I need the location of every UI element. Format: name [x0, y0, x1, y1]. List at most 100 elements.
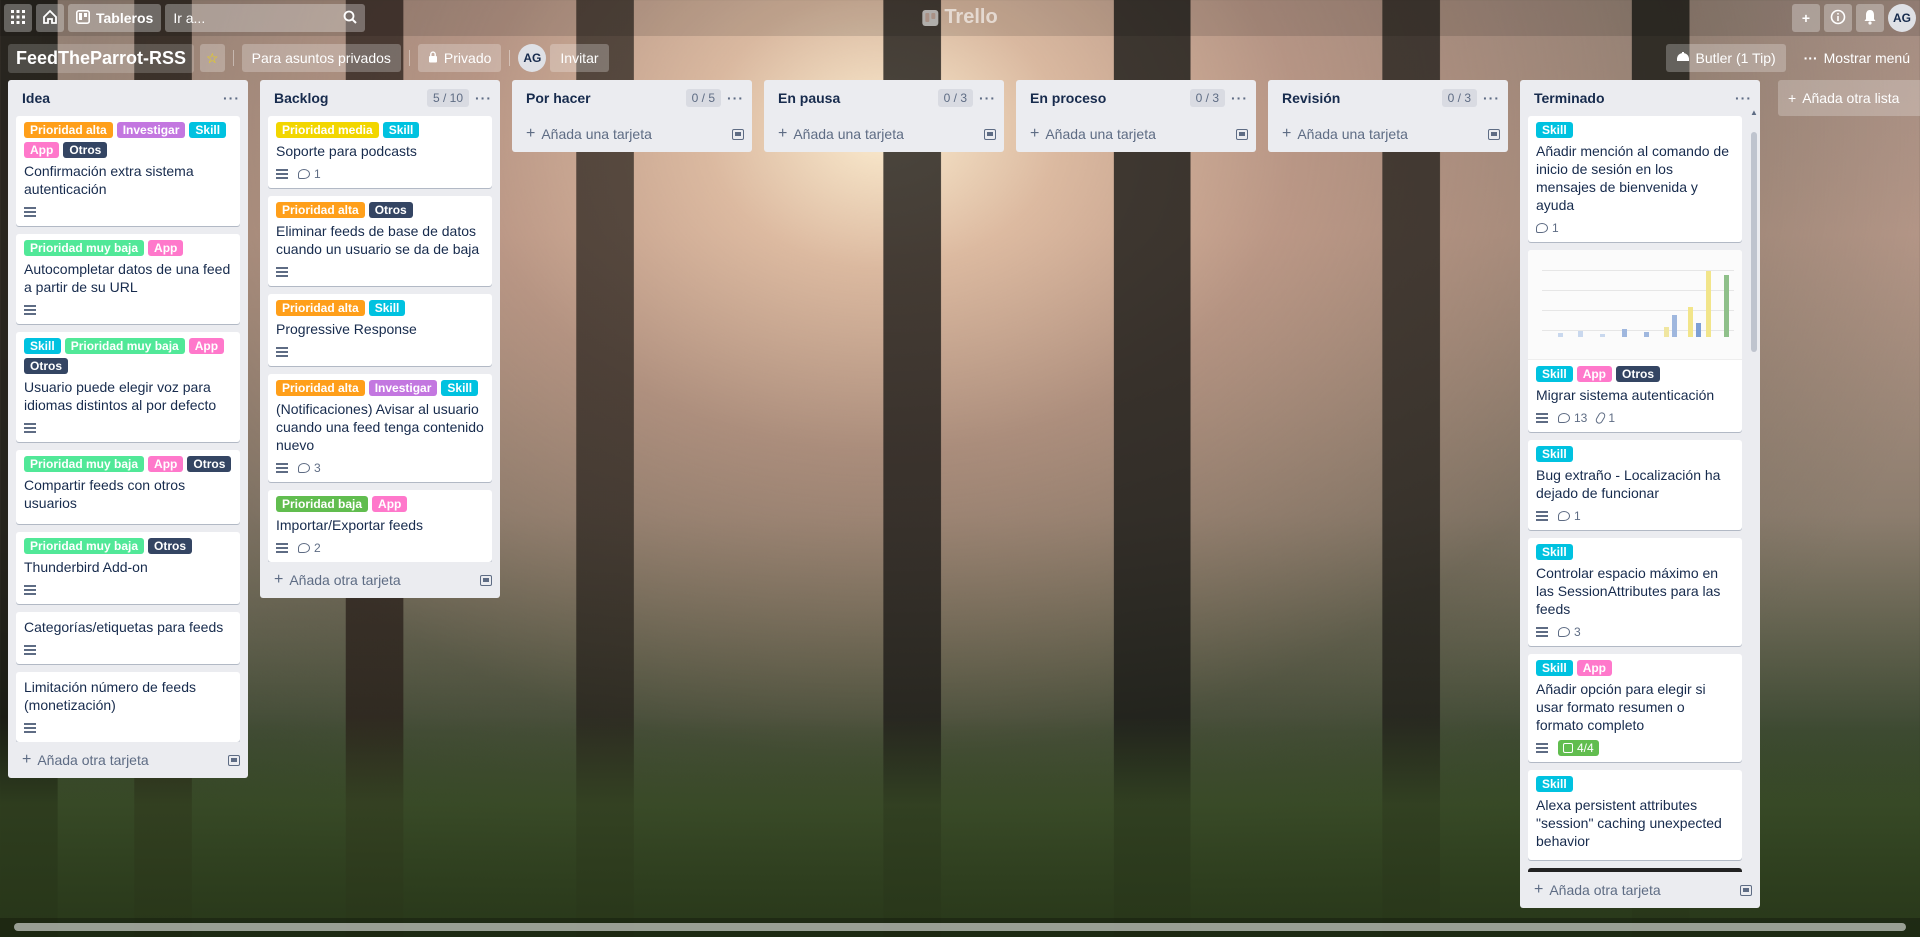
card-template-icon[interactable]	[1740, 884, 1752, 896]
list-header[interactable]: Por hacer 0 / 5 ···	[512, 80, 752, 116]
card-template-icon[interactable]	[1488, 128, 1500, 140]
label-otros: Otros	[368, 202, 413, 218]
search-input[interactable]	[173, 10, 334, 26]
board-name[interactable]: FeedTheParrot-RSS	[8, 43, 195, 73]
list-scrollbar[interactable]: ▲	[1750, 108, 1758, 864]
card[interactable]: Skill App Añadir opción para elegir si u…	[1528, 654, 1742, 762]
visibility-button[interactable]: Privado	[417, 44, 502, 72]
list-header[interactable]: En pausa 0 / 3 ···	[764, 80, 1004, 116]
add-card-button[interactable]: + Añada otra tarjeta	[1520, 872, 1760, 908]
paperclip-icon	[1594, 411, 1607, 425]
comment-icon	[1536, 223, 1548, 233]
card[interactable]: Prioridad muy baja Otros Thunderbird Add…	[16, 532, 240, 604]
description-icon	[1536, 627, 1548, 637]
list-header[interactable]: Idea ···	[8, 80, 248, 116]
board-header: FeedTheParrot-RSS ☆ Para asuntos privado…	[0, 40, 1920, 76]
card[interactable]: Skill Alexa persistent attributes "sessi…	[1528, 770, 1742, 860]
card[interactable]: Prioridad media Skill Soporte para podca…	[268, 116, 492, 188]
card-template-icon[interactable]	[1236, 128, 1248, 140]
list-menu-icon[interactable]: ···	[1231, 90, 1248, 106]
user-avatar[interactable]: AG	[1888, 4, 1916, 32]
card[interactable]: Prioridad baja App Importar/Exportar fee…	[268, 490, 492, 562]
board-horizontal-scrollbar[interactable]	[0, 918, 1920, 937]
create-button[interactable]: +	[1792, 4, 1820, 32]
list-title[interactable]: Idea	[22, 90, 223, 106]
apps-grid-button[interactable]	[4, 4, 32, 32]
add-card-button[interactable]: + Añada una tarjeta	[512, 116, 752, 152]
scroll-up-icon[interactable]: ▲	[1750, 108, 1758, 117]
card[interactable]: Limitación número de feeds (monetización…	[16, 672, 240, 742]
search-box[interactable]	[165, 4, 366, 32]
list-title[interactable]: Terminado	[1534, 90, 1735, 106]
card-title: Limitación número de feeds (monetización…	[24, 679, 196, 713]
description-icon	[1536, 413, 1548, 423]
card[interactable]: Prioridad alta Investigar Skill App Otro…	[16, 116, 240, 226]
add-card-button[interactable]: + Añada una tarjeta	[764, 116, 1004, 152]
add-card-button[interactable]: + Añada una tarjeta	[1016, 116, 1256, 152]
list-menu-icon[interactable]: ···	[1483, 90, 1500, 106]
card-badges: 2	[276, 538, 484, 558]
scrollbar-thumb[interactable]	[1751, 132, 1757, 352]
info-icon	[1830, 9, 1846, 28]
list-limit-badge: 5 / 10	[426, 89, 469, 107]
list-menu-icon[interactable]: ···	[475, 90, 492, 106]
list-menu-icon[interactable]: ···	[1735, 90, 1752, 106]
label-skill: Skill	[24, 338, 61, 354]
card[interactable]: Prioridad alta Skill Progressive Respons…	[268, 294, 492, 366]
card[interactable]: Prioridad alta Investigar Skill (Notific…	[268, 374, 492, 482]
list-title[interactable]: Revisión	[1282, 90, 1442, 106]
list-limit-badge: 0 / 5	[685, 89, 721, 107]
list-header[interactable]: Revisión 0 / 3 ···	[1268, 80, 1508, 116]
card-template-icon[interactable]	[732, 128, 744, 140]
card[interactable]: Skill Controlar espacio máximo en las Se…	[1528, 538, 1742, 646]
add-card-button[interactable]: + Añada una tarjeta	[1268, 116, 1508, 152]
more-icon: ···	[1803, 50, 1818, 66]
card-title: (Notificaciones) Avisar al usuario cuand…	[276, 401, 484, 453]
label-app: App	[148, 456, 184, 472]
add-card-button[interactable]: + Añada otra tarjeta	[260, 562, 500, 598]
info-button[interactable]	[1824, 4, 1852, 32]
card-template-icon[interactable]	[480, 574, 492, 586]
card[interactable]: Skill Prioridad muy baja App Otros Usuar…	[16, 332, 240, 442]
butler-button[interactable]: Butler (1 Tip)	[1665, 44, 1786, 72]
lock-icon	[428, 50, 438, 66]
list-header[interactable]: Backlog 5 / 10 ···	[260, 80, 500, 116]
list-title[interactable]: En pausa	[778, 90, 938, 106]
card[interactable]: Prioridad muy baja App Autocompletar dat…	[16, 234, 240, 324]
card-badges	[24, 640, 232, 660]
list-menu-icon[interactable]: ···	[727, 90, 744, 106]
description-icon	[276, 169, 288, 179]
add-list-button[interactable]: + Añada otra lista	[1778, 80, 1920, 116]
card[interactable]: Skill Añadir mención al comando de inici…	[1528, 116, 1742, 242]
show-menu-button[interactable]: ··· Mostrar menú	[1794, 44, 1920, 72]
scrollbar-thumb[interactable]	[14, 923, 1906, 931]
team-button[interactable]: Para asuntos privados	[241, 44, 401, 72]
card[interactable]: Skill App Otros Migrar sistema autentica…	[1528, 250, 1742, 432]
list-title[interactable]: Por hacer	[526, 90, 686, 106]
trello-logo[interactable]: Trello	[922, 6, 998, 29]
plus-icon: +	[22, 751, 32, 768]
star-button[interactable]: ☆	[200, 44, 225, 72]
card-template-icon[interactable]	[984, 128, 996, 140]
description-icon	[24, 645, 36, 655]
card[interactable]: Prioridad alta Otros Eliminar feeds de b…	[268, 196, 492, 286]
add-card-button[interactable]: + Añada otra tarjeta	[8, 742, 248, 778]
label-app: App	[1576, 660, 1613, 676]
add-card-label: Añada una tarjeta	[1297, 126, 1408, 142]
card-badges	[24, 418, 232, 438]
list-menu-icon[interactable]: ···	[223, 90, 240, 106]
list-header[interactable]: Terminado ···	[1520, 80, 1760, 116]
member-avatar[interactable]: AG	[518, 44, 547, 72]
card-template-icon[interactable]	[228, 754, 240, 766]
list-header[interactable]: En proceso 0 / 3 ···	[1016, 80, 1256, 116]
invite-button[interactable]: Invitar	[550, 44, 609, 72]
card[interactable]: Categorías/etiquetas para feeds	[16, 612, 240, 664]
home-button[interactable]	[36, 4, 64, 32]
card[interactable]: Prioridad muy baja App Otros Compartir f…	[16, 450, 240, 524]
list-menu-icon[interactable]: ···	[979, 90, 996, 106]
notifications-button[interactable]	[1856, 4, 1884, 32]
card[interactable]: Skill Bug extraño - Localización ha deja…	[1528, 440, 1742, 530]
boards-button[interactable]: Tableros	[68, 4, 162, 32]
list-title[interactable]: Backlog	[274, 90, 427, 106]
list-title[interactable]: En proceso	[1030, 90, 1190, 106]
